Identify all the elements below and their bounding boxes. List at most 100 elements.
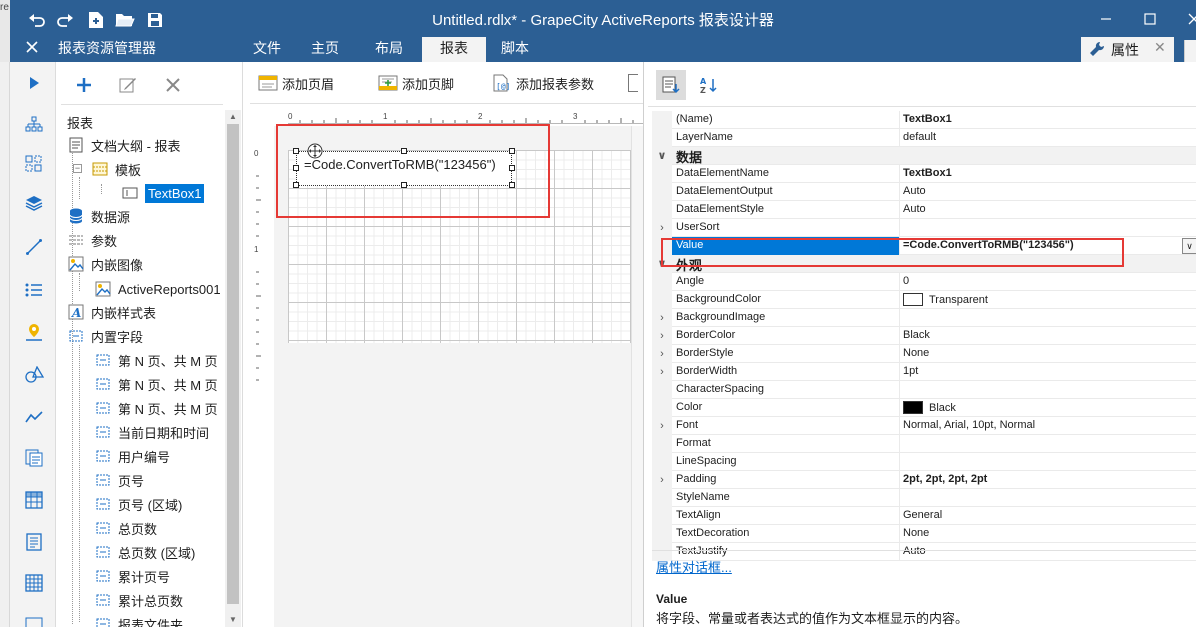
property-row-backgroundimage[interactable]: › BackgroundImage bbox=[652, 309, 1196, 327]
tree-node-field[interactable]: 报表文件夹 bbox=[94, 613, 183, 627]
minimize-icon[interactable] bbox=[1092, 7, 1120, 31]
properties-tab[interactable]: 属性 ✕ bbox=[1081, 37, 1174, 62]
tree-node-parameters[interactable]: 参数 bbox=[67, 229, 117, 251]
property-row-textjustify[interactable]: TextJustify Auto bbox=[652, 543, 1196, 561]
tab-script[interactable]: 脚本 bbox=[492, 37, 538, 62]
value-dropdown-button[interactable]: ∨ bbox=[1182, 238, 1196, 254]
expand-chevron-icon[interactable]: › bbox=[652, 363, 672, 381]
property-value[interactable]: TextBox1 bbox=[903, 167, 952, 179]
tree-node-template[interactable]: 模板 bbox=[91, 158, 141, 180]
property-category-category-2[interactable]: ∨ 数据 bbox=[652, 147, 1196, 165]
close-explorer-icon[interactable] bbox=[25, 40, 39, 57]
close-icon[interactable] bbox=[1180, 7, 1196, 31]
tree-node-builtin-fields[interactable]: 内置字段 bbox=[67, 325, 143, 347]
tree-node-outline[interactable]: 文档大纲 - 报表 bbox=[67, 134, 181, 156]
matrix-icon[interactable] bbox=[23, 572, 45, 594]
property-value[interactable]: 1pt bbox=[903, 365, 918, 377]
tree-node-field[interactable]: 累计总页数 bbox=[94, 589, 183, 611]
scroll-down-icon[interactable]: ▼ bbox=[229, 615, 237, 624]
tree-node-field[interactable]: 第 N 页、共 M 页 bbox=[94, 397, 218, 419]
property-value[interactable]: None bbox=[903, 347, 929, 359]
property-value[interactable]: default bbox=[903, 131, 936, 143]
tab-layout[interactable]: 布局 bbox=[366, 37, 412, 62]
property-row-name[interactable]: (Name) TextBox1 bbox=[652, 111, 1196, 129]
expand-chevron-icon[interactable]: › bbox=[652, 309, 672, 327]
tree-node-field[interactable]: 总页数 bbox=[94, 517, 157, 539]
property-value[interactable]: Black bbox=[903, 401, 956, 414]
property-row-format[interactable]: Format bbox=[652, 435, 1196, 453]
chart-icon[interactable] bbox=[23, 613, 45, 627]
tree-node-field[interactable]: 累计页号 bbox=[94, 565, 170, 587]
tab-home[interactable]: 主页 bbox=[302, 37, 348, 62]
delete-icon[interactable] bbox=[162, 74, 184, 96]
hierarchy-icon[interactable] bbox=[23, 113, 45, 135]
property-value[interactable]: Normal, Arial, 10pt, Normal bbox=[903, 419, 1035, 431]
property-row-textalign[interactable]: TextAlign General bbox=[652, 507, 1196, 525]
property-value[interactable]: Transparent bbox=[903, 293, 988, 306]
property-value[interactable]: Auto bbox=[903, 203, 926, 215]
more-toolbar-icon[interactable] bbox=[628, 74, 638, 92]
expand-toggle[interactable]: − bbox=[73, 164, 82, 173]
property-row-font[interactable]: › Font Normal, Arial, 10pt, Normal bbox=[652, 417, 1196, 435]
property-dialog-link[interactable]: 属性对话框... bbox=[656, 557, 732, 576]
tab-report[interactable]: 报表 bbox=[422, 37, 486, 62]
explorer-scrollbar[interactable]: ▲ ▼ bbox=[225, 110, 241, 627]
add-report-parameter-button[interactable]: [@] 添加报表参数 bbox=[492, 72, 594, 94]
sparkline-icon[interactable] bbox=[23, 406, 45, 428]
property-row-linespacing[interactable]: LineSpacing bbox=[652, 453, 1196, 471]
property-value[interactable]: 2pt, 2pt, 2pt, 2pt bbox=[903, 473, 987, 485]
property-row-color[interactable]: Color Black bbox=[652, 399, 1196, 417]
property-row-borderwidth[interactable]: › BorderWidth 1pt bbox=[652, 363, 1196, 381]
categorized-icon[interactable] bbox=[656, 70, 686, 100]
shapes-icon[interactable] bbox=[23, 364, 45, 386]
grid-layout-icon[interactable] bbox=[23, 153, 45, 175]
property-row-stylename[interactable]: StyleName bbox=[652, 489, 1196, 507]
expand-chevron-icon[interactable]: › bbox=[652, 327, 672, 345]
expand-chevron-icon[interactable]: › bbox=[652, 219, 672, 237]
tree-node-field[interactable]: 用户编号 bbox=[94, 445, 170, 467]
property-value[interactable]: 0 bbox=[903, 275, 909, 287]
alphabetical-sort-icon[interactable]: AZ bbox=[694, 70, 724, 100]
layers-icon[interactable] bbox=[23, 192, 45, 214]
property-row-bordercolor[interactable]: › BorderColor Black bbox=[652, 327, 1196, 345]
property-row-angle[interactable]: Angle 0 bbox=[652, 273, 1196, 291]
tree-node-field[interactable]: 当前日期和时间 bbox=[94, 421, 209, 443]
property-row-dataelementstyle[interactable]: DataElementStyle Auto bbox=[652, 201, 1196, 219]
property-row-characterspacing[interactable]: CharacterSpacing bbox=[652, 381, 1196, 399]
tree-node-datasource[interactable]: 数据源 bbox=[67, 205, 130, 227]
property-row-layername[interactable]: LayerName default bbox=[652, 129, 1196, 147]
property-row-textdecoration[interactable]: TextDecoration None bbox=[652, 525, 1196, 543]
list-icon[interactable] bbox=[23, 279, 45, 301]
property-value[interactable]: General bbox=[903, 509, 942, 521]
property-value[interactable]: None bbox=[903, 527, 929, 539]
tree-node-field[interactable]: 总页数 (区域) bbox=[94, 541, 195, 563]
expand-chevron-icon[interactable]: › bbox=[652, 471, 672, 489]
scroll-up-icon[interactable]: ▲ bbox=[229, 112, 237, 121]
map-pin-icon[interactable] bbox=[23, 321, 45, 343]
tree-node-stylesheets[interactable]: A 内嵌样式表 bbox=[67, 301, 156, 323]
textbox-icon[interactable] bbox=[23, 531, 45, 553]
close-properties-icon[interactable]: ✕ bbox=[1154, 39, 1166, 56]
pointer-icon[interactable] bbox=[23, 72, 45, 94]
property-row-dataelementname[interactable]: DataElementName TextBox1 bbox=[652, 165, 1196, 183]
property-row-dataelementoutput[interactable]: DataElementOutput Auto bbox=[652, 183, 1196, 201]
tree-node-field[interactable]: 页号 (区域) bbox=[94, 493, 182, 515]
line-icon[interactable] bbox=[23, 236, 45, 258]
tree-root[interactable]: 报表 bbox=[67, 113, 93, 132]
tree-node-activereports001[interactable]: ActiveReports001 bbox=[94, 278, 221, 300]
expand-chevron-icon[interactable]: ∨ bbox=[652, 147, 672, 165]
table-icon[interactable] bbox=[23, 489, 45, 511]
property-row-usersort[interactable]: › UserSort bbox=[652, 219, 1196, 237]
property-value[interactable]: Black bbox=[903, 329, 930, 341]
expand-chevron-icon[interactable]: › bbox=[652, 417, 672, 435]
tree-node-textbox1[interactable]: TextBox1 bbox=[121, 182, 205, 204]
add-icon[interactable] bbox=[73, 74, 95, 96]
property-row-padding[interactable]: › Padding 2pt, 2pt, 2pt, 2pt bbox=[652, 471, 1196, 489]
maximize-icon[interactable] bbox=[1136, 7, 1164, 31]
property-value[interactable]: Auto bbox=[903, 185, 926, 197]
add-page-footer-button[interactable]: 添加页脚 bbox=[378, 72, 454, 94]
tree-node-embedded-images[interactable]: 内嵌图像 bbox=[67, 253, 143, 275]
tree-node-field[interactable]: 页号 bbox=[94, 469, 144, 491]
edit-icon[interactable] bbox=[117, 74, 139, 96]
tree-node-field[interactable]: 第 N 页、共 M 页 bbox=[94, 373, 218, 395]
